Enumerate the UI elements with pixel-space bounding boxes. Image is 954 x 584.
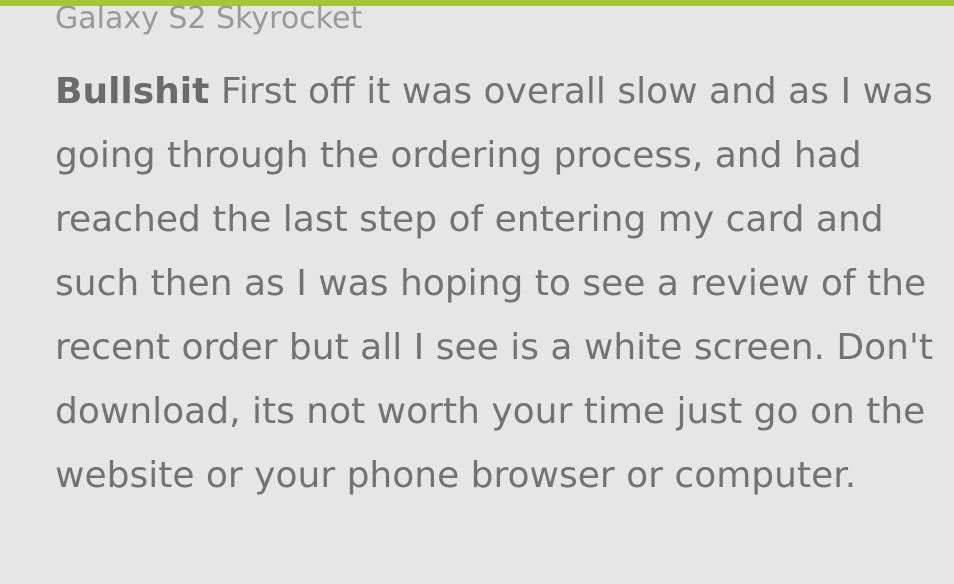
- review-device: Galaxy S2 Skyrocket: [55, 1, 363, 36]
- review-body: Bullshit First off it was overall slow a…: [55, 60, 935, 508]
- review-text: First off it was overall slow and as I w…: [55, 71, 934, 496]
- review-title: Bullshit: [55, 71, 210, 112]
